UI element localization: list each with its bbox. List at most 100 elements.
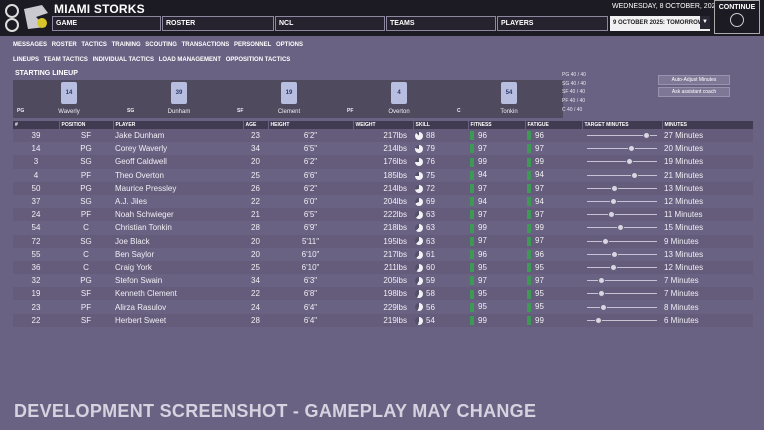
auto-adjust-minutes-button[interactable]: Auto-Adjust Minutes xyxy=(658,75,730,85)
subnav-tactics[interactable]: TACTICS xyxy=(81,42,107,48)
slider-knob[interactable] xyxy=(631,171,639,179)
slider-knob[interactable] xyxy=(625,158,633,166)
nav-ncl[interactable]: NCL xyxy=(275,16,385,31)
lineup-slot-sg[interactable]: SG 39 Dunham xyxy=(123,80,231,118)
col-fitness[interactable]: FITNESS xyxy=(468,121,526,129)
table-row[interactable]: 32 PG Stefon Swain 34 6'3" 205lbs 59 97 97 7 Minu… xyxy=(13,274,753,287)
cell-player[interactable]: Geoff Caldwell xyxy=(113,155,243,169)
cell-player[interactable]: Alirza Rasulov xyxy=(113,300,243,313)
col-weight[interactable]: WEIGHT xyxy=(353,121,414,129)
target-minutes-slider[interactable] xyxy=(584,131,660,140)
slider-knob[interactable] xyxy=(597,290,605,298)
target-minutes-slider[interactable] xyxy=(584,237,660,246)
col-position[interactable]: POSITION xyxy=(59,121,114,129)
nav-players[interactable]: PLAYERS xyxy=(497,16,608,31)
slider-knob[interactable] xyxy=(611,250,619,258)
col-age[interactable]: AGE xyxy=(243,121,269,129)
table-row[interactable]: 55 C Ben Saylor 20 6'10" 217lbs 61 96 96 13 Minut… xyxy=(13,248,753,261)
subnav-options[interactable]: OPTIONS xyxy=(276,42,303,48)
cell-position: SF xyxy=(59,129,113,143)
cell-player[interactable]: Herbert Sweet xyxy=(113,313,243,327)
date-select[interactable]: 9 OCTOBER 2025: TOMORROW ▼ xyxy=(610,16,710,31)
subnav-roster[interactable]: ROSTER xyxy=(52,42,77,48)
table-row[interactable]: 22 SF Herbert Sweet 28 6'4" 219lbs 54 99 99 6 Min… xyxy=(13,313,753,327)
table-row[interactable]: 37 SG A.J. Jiles 22 6'0" 204lbs 69 94 94 12 Minut… xyxy=(13,195,753,208)
target-minutes-slider[interactable] xyxy=(584,197,660,206)
subnav-individual-tactics[interactable]: INDIVIDUAL TACTICS xyxy=(93,57,154,63)
cell-player[interactable]: Craig York xyxy=(113,260,243,275)
subnav-transactions[interactable]: TRANSACTIONS xyxy=(182,42,230,48)
target-minutes-slider[interactable] xyxy=(584,289,660,298)
lineup-slot-pg[interactable]: PG 14 Waverly xyxy=(13,80,121,118)
nav-teams[interactable]: TEAMS xyxy=(386,16,496,31)
lineup-slot-pf[interactable]: PF 4 Overton xyxy=(343,80,451,118)
lineup-slot-sf[interactable]: SF 19 Clement xyxy=(233,80,341,118)
slider-knob[interactable] xyxy=(609,198,617,206)
subnav-personnel[interactable]: PERSONNEL xyxy=(234,42,271,48)
slider-knob[interactable] xyxy=(643,132,651,140)
continue-button[interactable]: CONTINUE xyxy=(714,0,760,34)
cell-player[interactable]: A.J. Jiles xyxy=(113,195,243,208)
cell-player[interactable]: Maurice Pressley xyxy=(113,181,243,195)
subnav-team-tactics[interactable]: TEAM TACTICS xyxy=(44,57,88,63)
col-number[interactable]: # xyxy=(13,121,60,129)
slider-knob[interactable] xyxy=(628,145,636,153)
cell-player[interactable]: Kenneth Clement xyxy=(113,287,243,301)
target-minutes-slider[interactable] xyxy=(584,223,660,232)
target-minutes-slider[interactable] xyxy=(584,210,660,219)
nav-roster[interactable]: ROSTER xyxy=(162,16,274,31)
lineup-slot-c[interactable]: C 54 Tonkin xyxy=(453,80,561,118)
table-row[interactable]: 4 PF Theo Overton 25 6'6" 185lbs 75 94 94 21 Minu… xyxy=(13,169,753,182)
slider-knob[interactable] xyxy=(609,263,617,271)
target-minutes-slider[interactable] xyxy=(584,276,660,285)
col-minutes[interactable]: MINUTES xyxy=(662,121,754,129)
target-minutes-slider[interactable] xyxy=(584,250,660,259)
target-minutes-slider[interactable] xyxy=(584,171,660,180)
cell-player[interactable]: Stefon Swain xyxy=(113,274,243,287)
table-row[interactable]: 23 PF Alirza Rasulov 24 6'4" 229lbs 56 95 95 8 Mi… xyxy=(13,300,753,313)
slider-knob[interactable] xyxy=(607,211,615,219)
chevron-down-icon[interactable]: ▼ xyxy=(700,16,710,29)
table-row[interactable]: 50 PG Maurice Pressley 26 6'2" 214lbs 72 97 97 13… xyxy=(13,181,753,195)
table-row[interactable]: 39 SF Jake Dunham 23 6'2" 217lbs 88 96 96 27 Minu… xyxy=(13,129,753,143)
col-target-minutes[interactable]: TARGET MINUTES xyxy=(582,121,663,129)
table-row[interactable]: 54 C Christian Tonkin 28 6'9" 218lbs 63 99 99 15 … xyxy=(13,221,753,234)
cell-player[interactable]: Ben Saylor xyxy=(113,248,243,261)
table-row[interactable]: 14 PG Corey Waverly 34 6'5" 214lbs 79 97 97 20 Mi… xyxy=(13,142,753,155)
table-row[interactable]: 72 SG Joe Black 20 5'11" 195lbs 63 97 97 9 Minute… xyxy=(13,234,753,248)
slider-knob[interactable] xyxy=(616,224,624,232)
cell-player[interactable]: Theo Overton xyxy=(113,169,243,182)
col-skill[interactable]: SKILL xyxy=(413,121,469,129)
slider-knob[interactable] xyxy=(602,237,610,245)
target-minutes-slider[interactable] xyxy=(584,303,660,312)
subnav-load-management[interactable]: LOAD MANAGEMENT xyxy=(159,57,221,63)
nav-game[interactable]: GAME xyxy=(52,16,161,31)
target-minutes-slider[interactable] xyxy=(584,144,660,153)
slider-knob[interactable] xyxy=(611,184,619,192)
cell-player[interactable]: Jake Dunham xyxy=(113,129,243,143)
slider-knob[interactable] xyxy=(595,316,603,324)
cell-player[interactable]: Christian Tonkin xyxy=(113,221,243,234)
cell-player[interactable]: Joe Black xyxy=(113,234,243,248)
subnav-scouting[interactable]: SCOUTING xyxy=(145,42,177,48)
table-row[interactable]: 3 SG Geoff Caldwell 20 6'2" 176lbs 76 99 99 19 Mi… xyxy=(13,155,753,169)
ask-assistant-coach-button[interactable]: Ask assistant coach xyxy=(658,87,730,97)
subnav-lineups[interactable]: LINEUPS xyxy=(13,57,39,63)
subnav-training[interactable]: TRAINING xyxy=(112,42,141,48)
col-player[interactable]: PLAYER xyxy=(113,121,244,129)
target-minutes-slider[interactable] xyxy=(584,263,660,272)
target-minutes-slider[interactable] xyxy=(584,184,660,193)
subnav-opposition-tactics[interactable]: OPPOSITION TACTICS xyxy=(226,57,291,63)
col-height[interactable]: HEIGHT xyxy=(268,121,354,129)
table-row[interactable]: 19 SF Kenneth Clement 22 6'8" 198lbs 58 95 95 7 M… xyxy=(13,287,753,301)
table-row[interactable]: 24 PF Noah Schwieger 21 6'5" 222lbs 63 97 97 11 M… xyxy=(13,208,753,222)
slider-knob[interactable] xyxy=(600,303,607,311)
cell-player[interactable]: Noah Schwieger xyxy=(113,208,243,222)
slider-knob[interactable] xyxy=(597,277,605,285)
target-minutes-slider[interactable] xyxy=(584,316,660,325)
target-minutes-slider[interactable] xyxy=(584,157,660,166)
subnav-messages[interactable]: MESSAGES xyxy=(13,42,47,48)
col-fatigue[interactable]: FATIGUE xyxy=(525,121,583,129)
table-row[interactable]: 36 C Craig York 25 6'10" 211lbs 60 95 95 12 Minut… xyxy=(13,260,753,275)
cell-player[interactable]: Corey Waverly xyxy=(113,142,243,155)
